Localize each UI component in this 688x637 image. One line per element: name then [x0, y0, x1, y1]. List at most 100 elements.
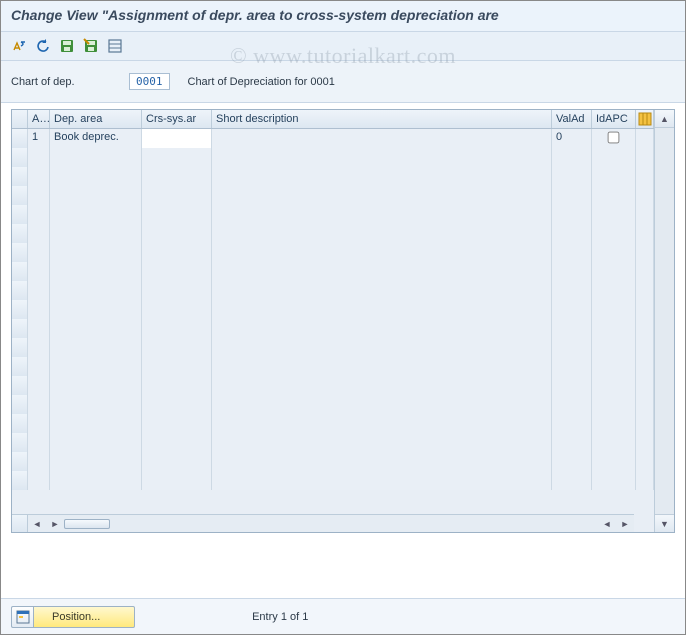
hscroll-right2-icon[interactable]: ► — [618, 517, 632, 531]
cell-short — [212, 357, 552, 376]
table-row[interactable]: 1 Book deprec. 0 — [12, 129, 654, 148]
cell-valad — [552, 414, 592, 433]
row-selector[interactable] — [12, 186, 28, 205]
table-row[interactable] — [12, 338, 654, 357]
chart-of-dep-value[interactable]: 0001 — [129, 73, 170, 90]
cell-cfg — [636, 205, 654, 224]
table-row[interactable] — [12, 414, 654, 433]
cell-ar — [28, 281, 50, 300]
row-selector[interactable] — [12, 205, 28, 224]
table-row[interactable] — [12, 262, 654, 281]
row-selector[interactable] — [12, 357, 28, 376]
col-valad[interactable]: ValAd — [552, 110, 592, 128]
select-all-icon[interactable] — [105, 36, 125, 56]
cell-crssys — [142, 148, 212, 167]
hscroll-left2-icon[interactable]: ◄ — [600, 517, 614, 531]
row-selector[interactable] — [12, 471, 28, 490]
row-selector[interactable] — [12, 319, 28, 338]
idapc-checkbox[interactable] — [608, 132, 620, 144]
table-row[interactable] — [12, 186, 654, 205]
table-row[interactable] — [12, 357, 654, 376]
col-idapc[interactable]: IdAPC — [592, 110, 636, 128]
cell-valad — [552, 262, 592, 281]
table-row[interactable] — [12, 300, 654, 319]
table-row[interactable] — [12, 376, 654, 395]
row-selector[interactable] — [12, 338, 28, 357]
cell-idapc[interactable] — [592, 129, 636, 148]
row-selector[interactable] — [12, 243, 28, 262]
table-row[interactable] — [12, 452, 654, 471]
hscroll-left-icon[interactable]: ◄ — [30, 517, 44, 531]
cell-ar — [28, 167, 50, 186]
cell-deparea — [50, 433, 142, 452]
vscroll-up-icon[interactable]: ▲ — [655, 110, 674, 128]
col-crssys[interactable]: Crs-sys.ar — [142, 110, 212, 128]
col-deparea[interactable]: Dep. area — [50, 110, 142, 128]
position-button[interactable]: Position... — [33, 606, 135, 628]
col-ar[interactable]: Ar. — [28, 110, 50, 128]
cell-crssys — [142, 205, 212, 224]
position-icon[interactable] — [11, 606, 33, 628]
save-icon[interactable] — [57, 36, 77, 56]
cell-valad — [552, 167, 592, 186]
cell-ar — [28, 300, 50, 319]
table-row[interactable] — [12, 205, 654, 224]
vertical-scrollbar[interactable]: ▲ ▼ — [654, 110, 674, 532]
hscroll-right-icon[interactable]: ► — [48, 517, 62, 531]
table-row[interactable] — [12, 167, 654, 186]
cell-deparea — [50, 262, 142, 281]
configure-columns-icon[interactable] — [636, 110, 654, 128]
table-row[interactable] — [12, 395, 654, 414]
table-row[interactable] — [12, 471, 654, 490]
cell-ar — [28, 338, 50, 357]
cell-crssys — [142, 357, 212, 376]
cell-cfg — [636, 148, 654, 167]
row-selector[interactable] — [12, 167, 28, 186]
cell-idapc — [592, 186, 636, 205]
cell-ar — [28, 414, 50, 433]
vscroll-down-icon[interactable]: ▼ — [655, 514, 674, 532]
cell-valad — [552, 338, 592, 357]
cell-valad — [552, 376, 592, 395]
cell-valad — [552, 357, 592, 376]
cell-valad — [552, 452, 592, 471]
table-row[interactable] — [12, 148, 654, 167]
cell-cfg — [636, 452, 654, 471]
cell-crssys — [142, 243, 212, 262]
cell-crssys[interactable] — [142, 129, 212, 148]
row-selector[interactable] — [12, 376, 28, 395]
cell-deparea — [50, 281, 142, 300]
cell-valad — [552, 471, 592, 490]
table-row[interactable] — [12, 319, 654, 338]
cell-deparea — [50, 338, 142, 357]
row-selector[interactable] — [12, 148, 28, 167]
horizontal-scrollbar[interactable]: ◄ ► ◄ ► — [12, 514, 634, 532]
cell-crssys — [142, 281, 212, 300]
col-select[interactable] — [12, 110, 28, 128]
cell-deparea — [50, 224, 142, 243]
row-selector[interactable] — [12, 224, 28, 243]
row-selector[interactable] — [12, 452, 28, 471]
undo-icon[interactable] — [33, 36, 53, 56]
table-row[interactable] — [12, 243, 654, 262]
cell-valad — [552, 319, 592, 338]
other-view-icon[interactable] — [9, 36, 29, 56]
row-selector[interactable] — [12, 395, 28, 414]
cell-valad: 0 — [552, 129, 592, 148]
table-row[interactable] — [12, 281, 654, 300]
row-selector[interactable] — [12, 129, 28, 148]
hscroll-thumb[interactable] — [64, 519, 110, 529]
row-selector[interactable] — [12, 433, 28, 452]
row-selector[interactable] — [12, 262, 28, 281]
save-variant-icon[interactable] — [81, 36, 101, 56]
row-selector[interactable] — [12, 281, 28, 300]
row-selector[interactable] — [12, 300, 28, 319]
cell-short — [212, 414, 552, 433]
cell-valad — [552, 433, 592, 452]
table-header-row: Ar. Dep. area Crs-sys.ar Short descripti… — [12, 110, 654, 129]
table-row[interactable] — [12, 224, 654, 243]
table-row[interactable] — [12, 433, 654, 452]
cell-deparea — [50, 319, 142, 338]
row-selector[interactable] — [12, 414, 28, 433]
col-short[interactable]: Short description — [212, 110, 552, 128]
